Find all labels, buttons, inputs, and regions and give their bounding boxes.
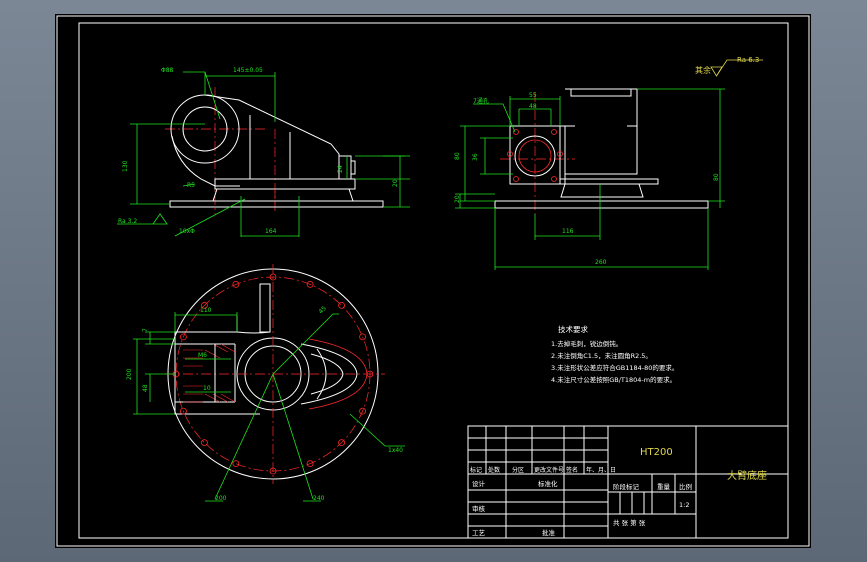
dim-side-length: 260	[595, 259, 607, 266]
dim-top-note: 1x40	[388, 447, 403, 454]
notes-item-4: 4.未注尺寸公差按照GB/T1804-m的要求。	[551, 375, 676, 384]
dim-front-height: 130	[122, 160, 129, 172]
role-review: 审核	[472, 504, 486, 513]
dim-top-width: 110	[200, 307, 212, 314]
notes-item-1: 1.去掉毛刺，锐边倒钝。	[551, 339, 622, 348]
bolt-hole	[359, 333, 367, 341]
notes-item-2: 2.未注倒角C1.5，未注圆角R2.5。	[551, 351, 652, 360]
rev-header-sign: 签名	[566, 466, 578, 474]
rev-header-doc: 更改文件号	[534, 466, 564, 474]
roughness-note: 其余 Ra 6.3	[695, 56, 763, 77]
top-view	[165, 264, 385, 484]
technical-notes: 技术要求 1.去掉毛刺，锐边倒钝。 2.未注倒角C1.5，未注圆角R2.5。 3…	[551, 324, 678, 384]
notes-title: 技术要求	[558, 324, 588, 334]
scale-value: 1:2	[679, 501, 689, 509]
dim-front-boss: 24	[337, 165, 344, 173]
bolt-hole	[200, 439, 208, 447]
dim-front-thread: 10xΦ	[179, 228, 195, 235]
dim-side-holes: 7通孔	[473, 97, 489, 105]
bolt-hole	[338, 301, 346, 309]
rev-header-zone: 分区	[512, 466, 524, 474]
dim-top-depth: 200	[126, 368, 133, 380]
role-approve: 批准	[542, 528, 556, 537]
dim-front-center: 145±0.05	[233, 67, 263, 74]
role-design: 设计	[472, 479, 486, 488]
dim-side-offset: 116	[562, 228, 574, 235]
dim-side-bore: 36	[472, 153, 479, 161]
scale-label: 比例	[679, 482, 692, 491]
dim-top-step: 7	[142, 328, 149, 332]
dim-side-flange: 80	[454, 152, 461, 160]
dim-top-slot: 48	[142, 384, 149, 392]
dim-side-height: 80	[713, 173, 720, 181]
front-view-dims: 145±0.05 Φ88 130 24 20 R5 164 Ra 3.2 10x…	[117, 67, 410, 237]
role-process: 工艺	[472, 529, 486, 537]
inner-border	[78, 22, 789, 539]
front-view	[165, 87, 384, 214]
drawing-sheet: 其余 Ra 6.3 145±0.05 Φ88 130 24 20 R5 164	[55, 14, 811, 548]
title-block: HT200 大臂底座 阶段标记 重量 比例 1:2 共 张 第 张 标记 处数 …	[467, 425, 789, 539]
material: HT200	[640, 447, 673, 458]
weight-label: 重量	[657, 483, 671, 491]
rev-header-mark: 标记	[470, 466, 482, 474]
side-view	[494, 88, 709, 214]
dim-top-thread: M6	[198, 352, 207, 359]
stage-label: 阶段标记	[613, 482, 640, 491]
top-view-dims: 110 7 200 48 M6 10 45 200 240 1x40	[126, 305, 405, 502]
dim-front-radius: R5	[187, 182, 195, 189]
dim-top-dia2: 240	[313, 495, 325, 502]
dim-top-angle: 45	[317, 305, 327, 315]
rev-header-date: 年、月、日	[586, 466, 616, 474]
role-standard: 标准化	[538, 479, 558, 488]
dim-front-total: 20	[392, 179, 399, 187]
dim-front-bore: Φ88	[161, 67, 174, 74]
roughness-note-prefix: 其余	[695, 65, 711, 75]
bolt-hole	[232, 460, 240, 468]
roughness-front: Ra 3.2	[118, 218, 137, 225]
rev-header-count: 处数	[488, 466, 500, 474]
dim-side-bolt: 48	[529, 103, 537, 110]
dim-side-base: 20	[454, 195, 461, 203]
roughness-note-value: Ra 6.3	[737, 56, 759, 64]
sheet-count: 共 张 第 张	[613, 518, 646, 527]
part-name: 大臂底座	[727, 469, 767, 482]
notes-item-3: 3.未注形状公差应符合GB1184-80的要求。	[551, 363, 678, 372]
cad-drawing: 其余 Ra 6.3 145±0.05 Φ88 130 24 20 R5 164	[56, 15, 810, 547]
dim-front-base: 164	[265, 228, 277, 235]
dim-side-width: 55	[529, 92, 537, 99]
dim-top-hole: 10	[203, 385, 211, 392]
